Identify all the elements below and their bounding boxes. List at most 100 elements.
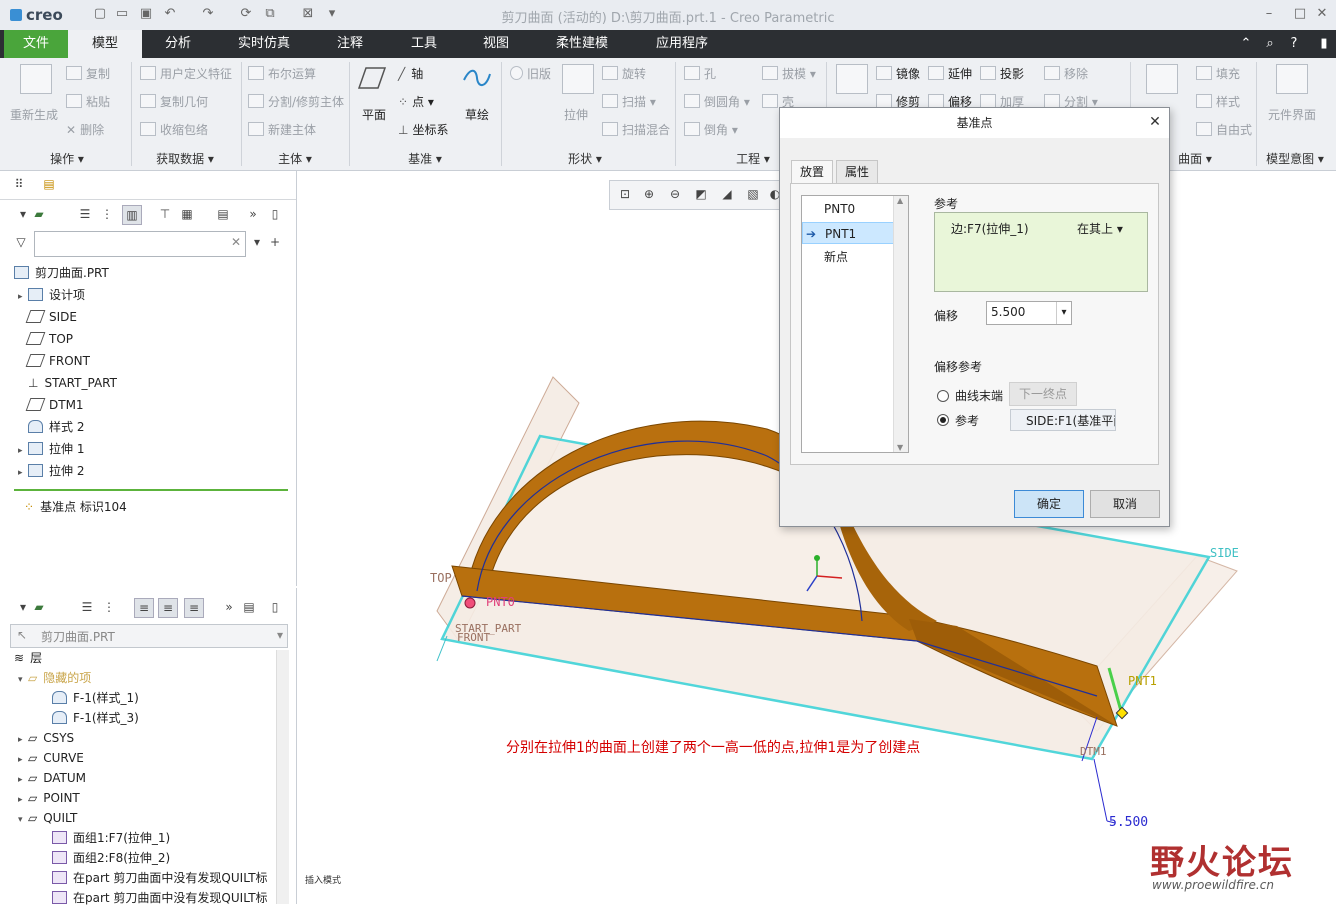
tree-item-side[interactable]: SIDE — [18, 306, 77, 328]
layer-columns-icon[interactable]: ⋮ — [100, 598, 118, 616]
active-layer-model-select[interactable]: ↖ 剪刀曲面.PRT ▾ — [10, 624, 288, 648]
group-body[interactable]: 主体 ▾ — [270, 150, 320, 167]
layer-quilt[interactable]: ▾ ▱ QUILT — [18, 807, 77, 829]
reference-collector[interactable]: 边:F7(拉伸_1) 在其上 ▾ — [934, 212, 1148, 292]
layer-hidden-items[interactable]: ▾ ▱ 隐藏的项 — [18, 667, 91, 689]
tree-item-front[interactable]: FRONT — [18, 350, 90, 372]
tab-file[interactable]: 文件 — [4, 30, 68, 58]
group-getdata[interactable]: 获取数据 ▾ — [150, 150, 220, 167]
search-dropdown-icon[interactable]: ▾ — [248, 233, 266, 251]
pattern-icon[interactable] — [836, 64, 868, 94]
layer-csys[interactable]: ▸ ▱ CSYS — [18, 727, 74, 749]
tree-search-input[interactable]: ✕ — [34, 231, 246, 257]
layer-item-style1[interactable]: F-1(样式_1) — [52, 687, 139, 709]
paste-button[interactable]: 粘贴 — [66, 93, 110, 110]
ok-button[interactable]: 确定 — [1014, 490, 1084, 518]
model-display-icon[interactable]: ▰ — [30, 205, 48, 223]
point-button[interactable]: ⁘ 点 ▾ — [398, 93, 434, 110]
round-button[interactable]: 倒圆角 ▾ — [684, 93, 750, 110]
mirror-button[interactable]: 镜像 — [876, 65, 920, 82]
tree-print-icon[interactable]: ▯ — [266, 205, 284, 223]
cancel-button[interactable]: 取消 — [1090, 490, 1160, 518]
layer-item-quilt-msg[interactable]: 在part 剪刀曲面中没有发现QUILT标 — [52, 867, 276, 889]
group-engineering[interactable]: 工程 ▾ — [728, 150, 778, 167]
layer-item-quilt2[interactable]: 面组2:F8(拉伸_2) — [52, 847, 170, 869]
fill-button[interactable]: 填充 — [1196, 65, 1240, 82]
tab-placement[interactable]: 放置 — [791, 160, 834, 183]
boolean-button[interactable]: 布尔运算 — [248, 65, 316, 82]
sketch-button[interactable]: 草绘 — [465, 106, 489, 123]
pnt0-label[interactable]: PNT0 — [486, 595, 515, 609]
component-interface-button[interactable]: 元件界面 — [1268, 106, 1316, 123]
regenerate-big-icon[interactable] — [20, 64, 52, 94]
layer-unhide-icon[interactable]: ≡ — [184, 598, 204, 618]
insert-here-marker[interactable] — [14, 489, 288, 491]
hole-button[interactable]: 孔 — [684, 65, 716, 82]
pnt1-label[interactable]: PNT1 — [1128, 674, 1157, 688]
zoom-out-icon[interactable]: ⊖ — [666, 185, 684, 203]
minimize-icon[interactable]: – — [1255, 4, 1283, 24]
layer-item-quilt-msg[interactable]: 在part 剪刀曲面中没有发现QUILT标 — [52, 887, 276, 909]
boundary-blend-icon[interactable] — [1146, 64, 1178, 94]
project-button[interactable]: 投影 — [980, 65, 1024, 82]
offset-input[interactable]: 5.500 ▾ — [986, 301, 1072, 325]
copy-geometry-button[interactable]: 复制几何 — [140, 93, 208, 110]
dialog-close-icon[interactable]: ✕ — [1147, 114, 1163, 130]
scroll-up-icon[interactable]: ▲ — [897, 196, 903, 205]
layer-props-icon[interactable]: ▤ — [240, 598, 258, 616]
start-part-label[interactable]: START_PART — [455, 622, 521, 635]
udf-button[interactable]: 用户定义特征 — [140, 65, 232, 82]
search-icon[interactable]: ⌕ — [1262, 36, 1278, 52]
extrude-button[interactable]: 拉伸 — [564, 106, 588, 123]
tree-item-datum-point[interactable]: ⁘ 基准点 标识104 — [24, 496, 127, 518]
scroll-down-icon[interactable]: ▼ — [897, 443, 903, 452]
tab-applications[interactable]: 应用程序 — [640, 30, 724, 58]
layer-item-quilt1[interactable]: 面组1:F7(拉伸_1) — [52, 827, 170, 849]
csys-button[interactable]: ⊥ 坐标系 — [398, 121, 448, 138]
top-plane-label[interactable]: TOP — [430, 571, 452, 585]
tab-tools[interactable]: 工具 — [392, 30, 456, 58]
reference-value[interactable]: 边:F7(拉伸_1) — [951, 220, 1029, 237]
tab-analysis[interactable]: 分析 — [146, 30, 210, 58]
tree-item-top[interactable]: TOP — [18, 328, 73, 350]
style-button[interactable]: 样式 — [1196, 93, 1240, 110]
tree-details-icon[interactable]: ▤ — [214, 205, 232, 223]
offset-reference-collector[interactable]: SIDE:F1(基准平面 — [1010, 409, 1116, 431]
repaint-icon[interactable]: ◩ — [692, 185, 710, 203]
plane-icon[interactable] — [357, 66, 387, 90]
more-tools-icon[interactable]: » — [244, 205, 262, 223]
reference-radio[interactable] — [937, 414, 949, 426]
layer-visibility-icon[interactable]: ≡ — [134, 598, 154, 618]
tab-properties[interactable]: 属性 — [836, 160, 879, 183]
chamfer-button[interactable]: 倒角 ▾ — [684, 121, 738, 138]
tab-model[interactable]: 模型 — [68, 30, 142, 58]
more-tools-icon[interactable]: » — [220, 598, 238, 616]
copy-button[interactable]: 复制 — [66, 65, 110, 82]
tree-columns-icon[interactable]: ⋮ — [98, 205, 116, 223]
tree-item-extrude2[interactable]: ▸ 拉伸 2 — [18, 460, 84, 482]
clear-search-icon[interactable]: ✕ — [231, 235, 241, 249]
reference-type-select[interactable]: 在其上 ▾ — [1077, 220, 1123, 237]
new-body-button[interactable]: 新建主体 — [248, 121, 316, 138]
help-icon[interactable]: ? — [1286, 36, 1302, 52]
layer-point[interactable]: ▸ ▱ POINT — [18, 787, 80, 809]
layer-hide-icon[interactable]: ≡ — [158, 598, 178, 618]
tree-item-style2[interactable]: 样式 2 — [18, 416, 84, 438]
split-trim-body-button[interactable]: 分割/修剪主体 — [248, 93, 344, 110]
side-plane-label[interactable]: SIDE — [1210, 546, 1239, 560]
collapse-ribbon-icon[interactable]: ⌃ — [1238, 36, 1254, 52]
tree-layers-icon[interactable]: ▦ — [178, 205, 196, 223]
point-list-scrollbar[interactable]: ▲ ▼ — [893, 196, 908, 452]
curve-end-radio[interactable] — [937, 390, 949, 402]
regenerate-button[interactable]: 重新生成 — [10, 106, 58, 123]
layer-datum[interactable]: ▸ ▱ DATUM — [18, 767, 86, 789]
tree-settings-icon[interactable]: ☰ — [76, 205, 94, 223]
display-style-icon[interactable]: ◢ — [718, 185, 736, 203]
group-operations[interactable]: 操作 ▾ — [40, 150, 94, 167]
folder-browser-tab-icon[interactable]: ▤ — [40, 175, 58, 193]
freestyle-button[interactable]: 自由式 — [1196, 121, 1252, 138]
sketch-icon[interactable] — [462, 66, 492, 90]
axis-button[interactable]: ╱ 轴 — [398, 65, 423, 82]
offset-dimension[interactable]: 5.500 — [1109, 815, 1148, 830]
revolve-button[interactable]: 旋转 — [602, 65, 646, 82]
